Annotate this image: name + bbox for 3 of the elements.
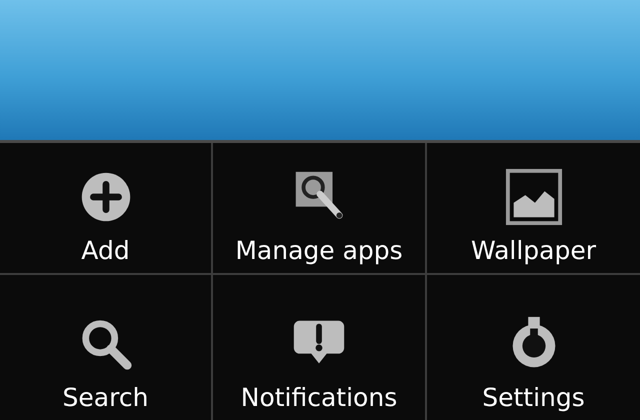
picture-frame-icon bbox=[504, 168, 562, 226]
menu-item[interactable]: Add bbox=[0, 143, 213, 275]
menu-item[interactable]: Manage apps bbox=[213, 143, 427, 275]
